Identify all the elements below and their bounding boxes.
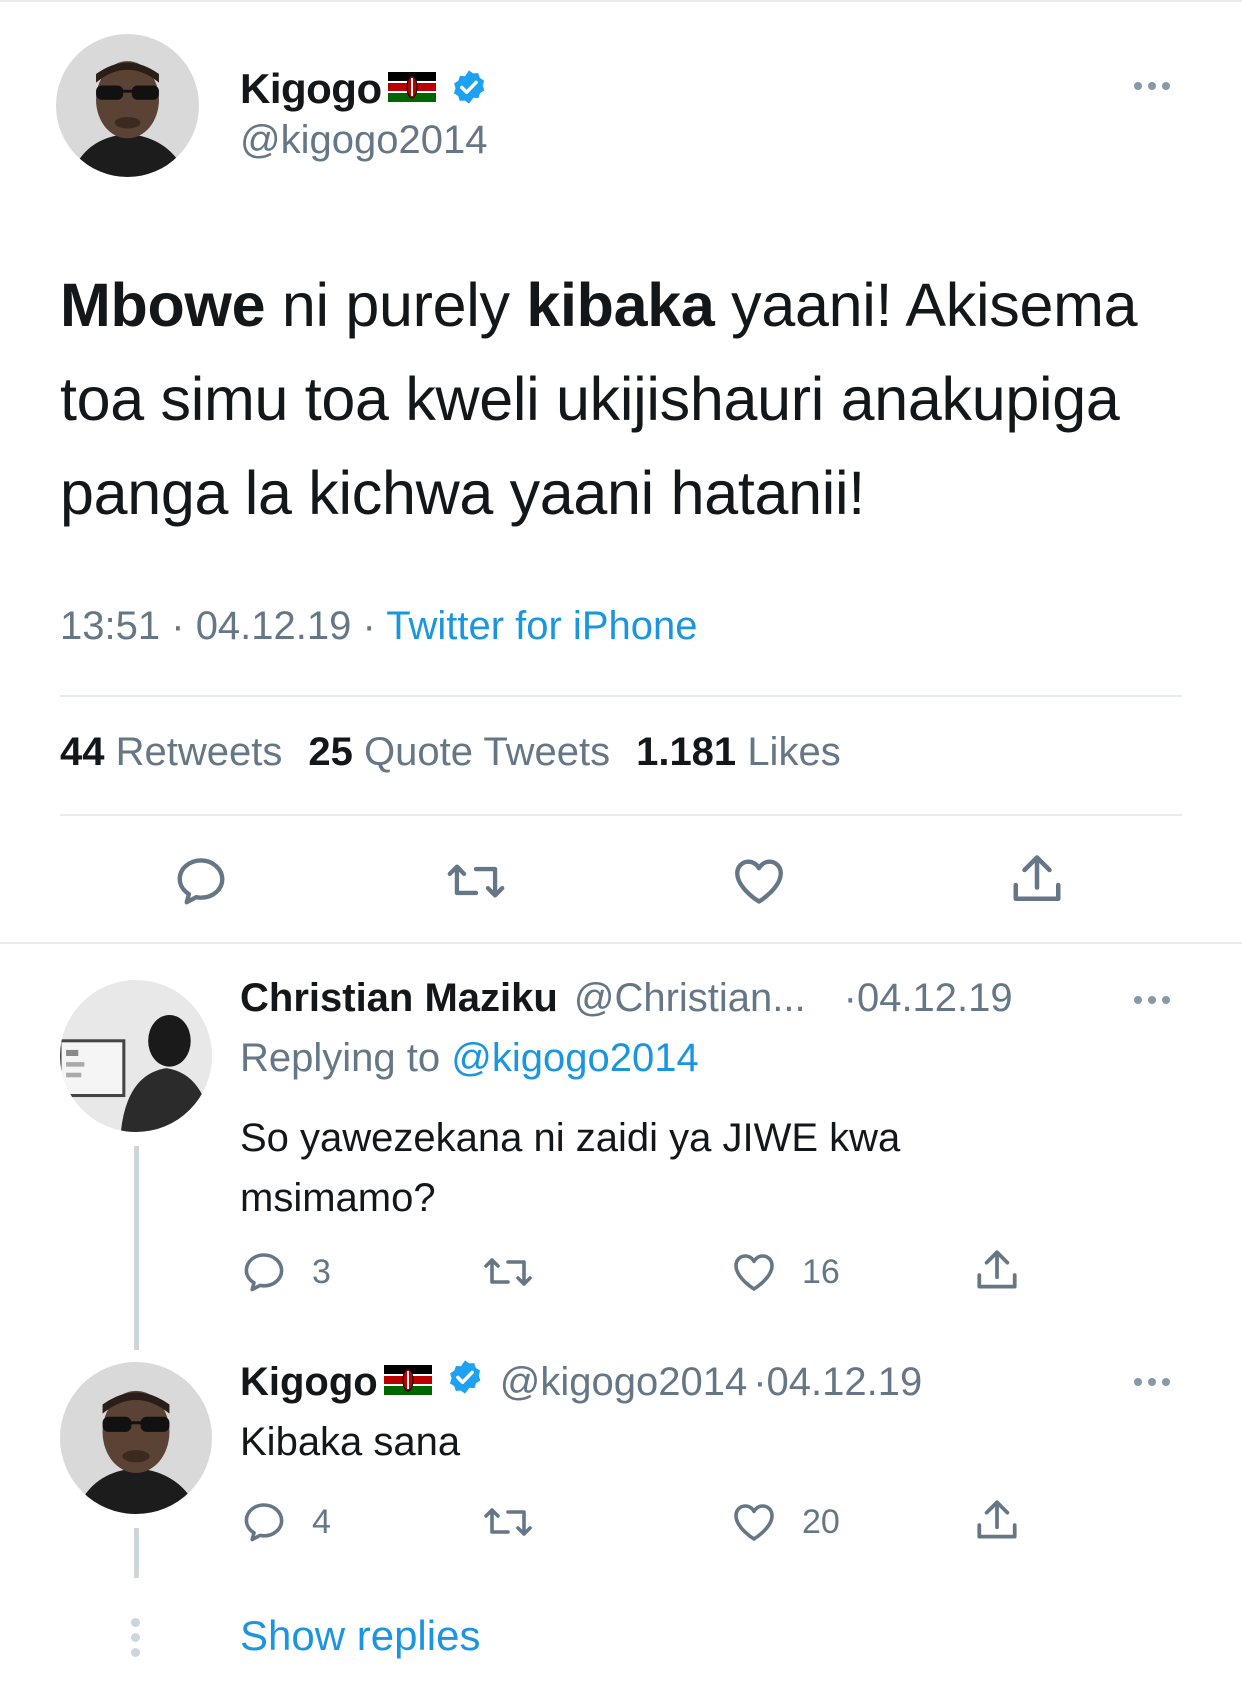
tweet-text-part: Mbowe xyxy=(60,271,266,339)
section-divider xyxy=(0,942,1242,944)
verified-badge-icon xyxy=(446,1358,484,1406)
like-icon xyxy=(735,859,783,904)
likes-label: Likes xyxy=(747,730,841,774)
kenya-flag-icon xyxy=(387,71,436,107)
reply-icon xyxy=(244,1253,284,1292)
meta-separator: · xyxy=(171,604,185,648)
tweet-source-link[interactable]: Twitter for iPhone xyxy=(386,604,697,648)
share-icon xyxy=(977,1500,1017,1539)
main-more-options-icon[interactable] xyxy=(1134,82,1170,90)
likes-stat[interactable]: 1.181 Likes xyxy=(636,730,841,775)
reply-share-button[interactable] xyxy=(972,1496,1022,1546)
main-author-header: Kigogo xyxy=(240,62,488,116)
reply-reply-button[interactable]: 3 xyxy=(240,1248,331,1296)
main-author-name[interactable]: Kigogo xyxy=(240,65,382,113)
tweet-meta: 13:51 · 04.12.19 · Twitter for iPhone xyxy=(60,604,697,649)
reply-header: Christian Maziku @Christian... · 04.12.1… xyxy=(240,976,1013,1021)
divider xyxy=(60,814,1182,816)
top-border xyxy=(0,0,1242,2)
main-tweet-text: Mbowe ni purely kibaka yaani! Akisema to… xyxy=(60,258,1200,540)
reply-retweet-button[interactable] xyxy=(482,1498,534,1546)
quotes-label: Quote Tweets xyxy=(364,730,611,774)
retweets-count: 44 xyxy=(60,730,105,774)
reply-icon xyxy=(177,858,225,905)
main-author-handle[interactable]: @kigogo2014 xyxy=(240,118,487,163)
like-count: 16 xyxy=(802,1252,840,1291)
reply-more-options-icon[interactable] xyxy=(1134,1378,1170,1386)
retweet-icon xyxy=(484,1508,532,1536)
reply-text: Kibaka sana xyxy=(240,1420,461,1464)
quotes-count: 25 xyxy=(308,730,353,774)
tweet-time: 13:51 xyxy=(60,604,161,648)
like-icon xyxy=(734,1504,774,1541)
retweets-label: Retweets xyxy=(115,730,283,774)
retweet-icon xyxy=(484,1258,532,1286)
main-like-button[interactable] xyxy=(730,852,788,910)
retweets-stat[interactable]: 44 Retweets xyxy=(60,730,282,775)
main-reply-button[interactable] xyxy=(172,852,230,910)
like-icon xyxy=(734,1254,774,1291)
reply-more-options-icon[interactable] xyxy=(1134,996,1170,1004)
reply-count: 4 xyxy=(312,1502,331,1541)
verified-badge-icon xyxy=(450,68,488,111)
thread-connector xyxy=(134,1146,139,1350)
show-replies-link[interactable]: Show replies xyxy=(240,1612,480,1660)
reply-author-name[interactable]: Kigogo xyxy=(240,1360,378,1405)
tweet-date: 04.12.19 xyxy=(195,604,352,648)
tweet-stats: 44 Retweets 25 Quote Tweets 1.181 Likes xyxy=(60,730,841,775)
reply-author-avatar[interactable] xyxy=(60,1362,212,1514)
meta-separator: · xyxy=(362,604,376,648)
quote-tweets-stat[interactable]: 25 Quote Tweets xyxy=(308,730,610,775)
divider xyxy=(60,695,1182,697)
reply-author-avatar[interactable] xyxy=(60,980,212,1132)
reply-separator: · xyxy=(753,1359,767,1404)
main-retweet-button[interactable] xyxy=(445,852,507,910)
reply-author-name[interactable]: Christian Maziku xyxy=(240,976,558,1021)
reply-like-button[interactable]: 16 xyxy=(730,1248,840,1296)
reply-retweet-button[interactable] xyxy=(482,1248,534,1296)
reply-share-button[interactable] xyxy=(972,1246,1022,1296)
reply-text: So yawezekana ni zaidi ya JIWE kwa msima… xyxy=(240,1116,901,1220)
thread-more-dots-icon xyxy=(131,1618,140,1657)
tweet-text-part: ni purely xyxy=(265,271,527,339)
main-author-avatar[interactable] xyxy=(56,34,199,177)
kenya-flag-icon xyxy=(383,1360,432,1405)
thread-connector xyxy=(134,1528,139,1578)
reply-separator: · xyxy=(843,976,857,1020)
reply-date[interactable]: 04.12.19 xyxy=(767,1360,923,1405)
likes-count: 1.181 xyxy=(636,730,737,774)
reply-date[interactable]: 04.12.19 xyxy=(857,976,1013,1021)
tweet-text-part: kibaka xyxy=(526,271,715,339)
avatar-kigogo-image xyxy=(56,34,199,177)
avatar-christian-image xyxy=(60,980,212,1132)
reply-like-button[interactable]: 20 xyxy=(730,1498,840,1546)
retweet-icon xyxy=(447,864,505,898)
avatar-kigogo-image xyxy=(60,1362,212,1514)
share-icon xyxy=(977,1250,1017,1289)
replying-to-handle-link[interactable]: @kigogo2014 xyxy=(451,1036,698,1080)
reply-icon xyxy=(244,1503,284,1542)
main-share-button[interactable] xyxy=(1007,850,1067,910)
replying-to: Replying to @kigogo2014 xyxy=(240,1036,699,1081)
reply-count: 3 xyxy=(312,1252,331,1291)
reply-reply-button[interactable]: 4 xyxy=(240,1498,331,1546)
like-count: 20 xyxy=(802,1502,840,1541)
replying-label: Replying to xyxy=(240,1036,441,1080)
reply-header: Kigogo @kigogo2014 · 04.12.19 xyxy=(240,1358,922,1406)
share-icon xyxy=(1013,855,1061,901)
reply-author-handle[interactable]: @Christian... xyxy=(574,976,806,1021)
reply-author-handle[interactable]: @kigogo2014 xyxy=(500,1360,747,1405)
